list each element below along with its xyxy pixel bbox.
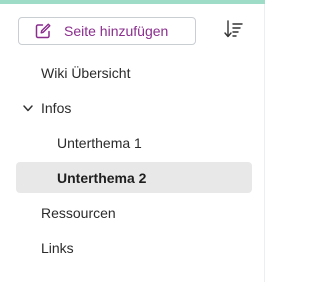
sort-descending-icon — [222, 18, 244, 45]
add-page-label: Seite hinzufügen — [64, 23, 169, 39]
nav-item-label: Infos — [41, 99, 72, 116]
nav-item-infos[interactable]: Infos — [16, 92, 252, 123]
nav-item-label: Unterthema 1 — [57, 134, 142, 151]
nav-item-label: Ressourcen — [41, 204, 116, 221]
nav-item-label: Unterthema 2 — [57, 169, 147, 186]
edit-square-icon — [34, 22, 52, 40]
chevron-down-icon[interactable] — [22, 101, 34, 113]
nav-item-label: Links — [41, 239, 74, 256]
nav-item-wiki-overview[interactable]: Wiki Übersicht — [16, 57, 252, 88]
wiki-sidebar: Seite hinzufügen Wiki Übersicht Infos Un… — [0, 0, 265, 282]
nav-item-unterthema-1[interactable]: Unterthema 1 — [16, 127, 252, 158]
sidebar-divider — [264, 4, 265, 282]
nav-item-label: Wiki Übersicht — [41, 64, 131, 81]
nav-item-unterthema-2[interactable]: Unterthema 2 — [16, 162, 252, 193]
nav-item-links[interactable]: Links — [16, 232, 252, 263]
top-accent-bar — [0, 0, 265, 4]
add-page-button[interactable]: Seite hinzufügen — [18, 17, 196, 45]
sort-button[interactable] — [222, 18, 244, 45]
nav-item-ressourcen[interactable]: Ressourcen — [16, 197, 252, 228]
